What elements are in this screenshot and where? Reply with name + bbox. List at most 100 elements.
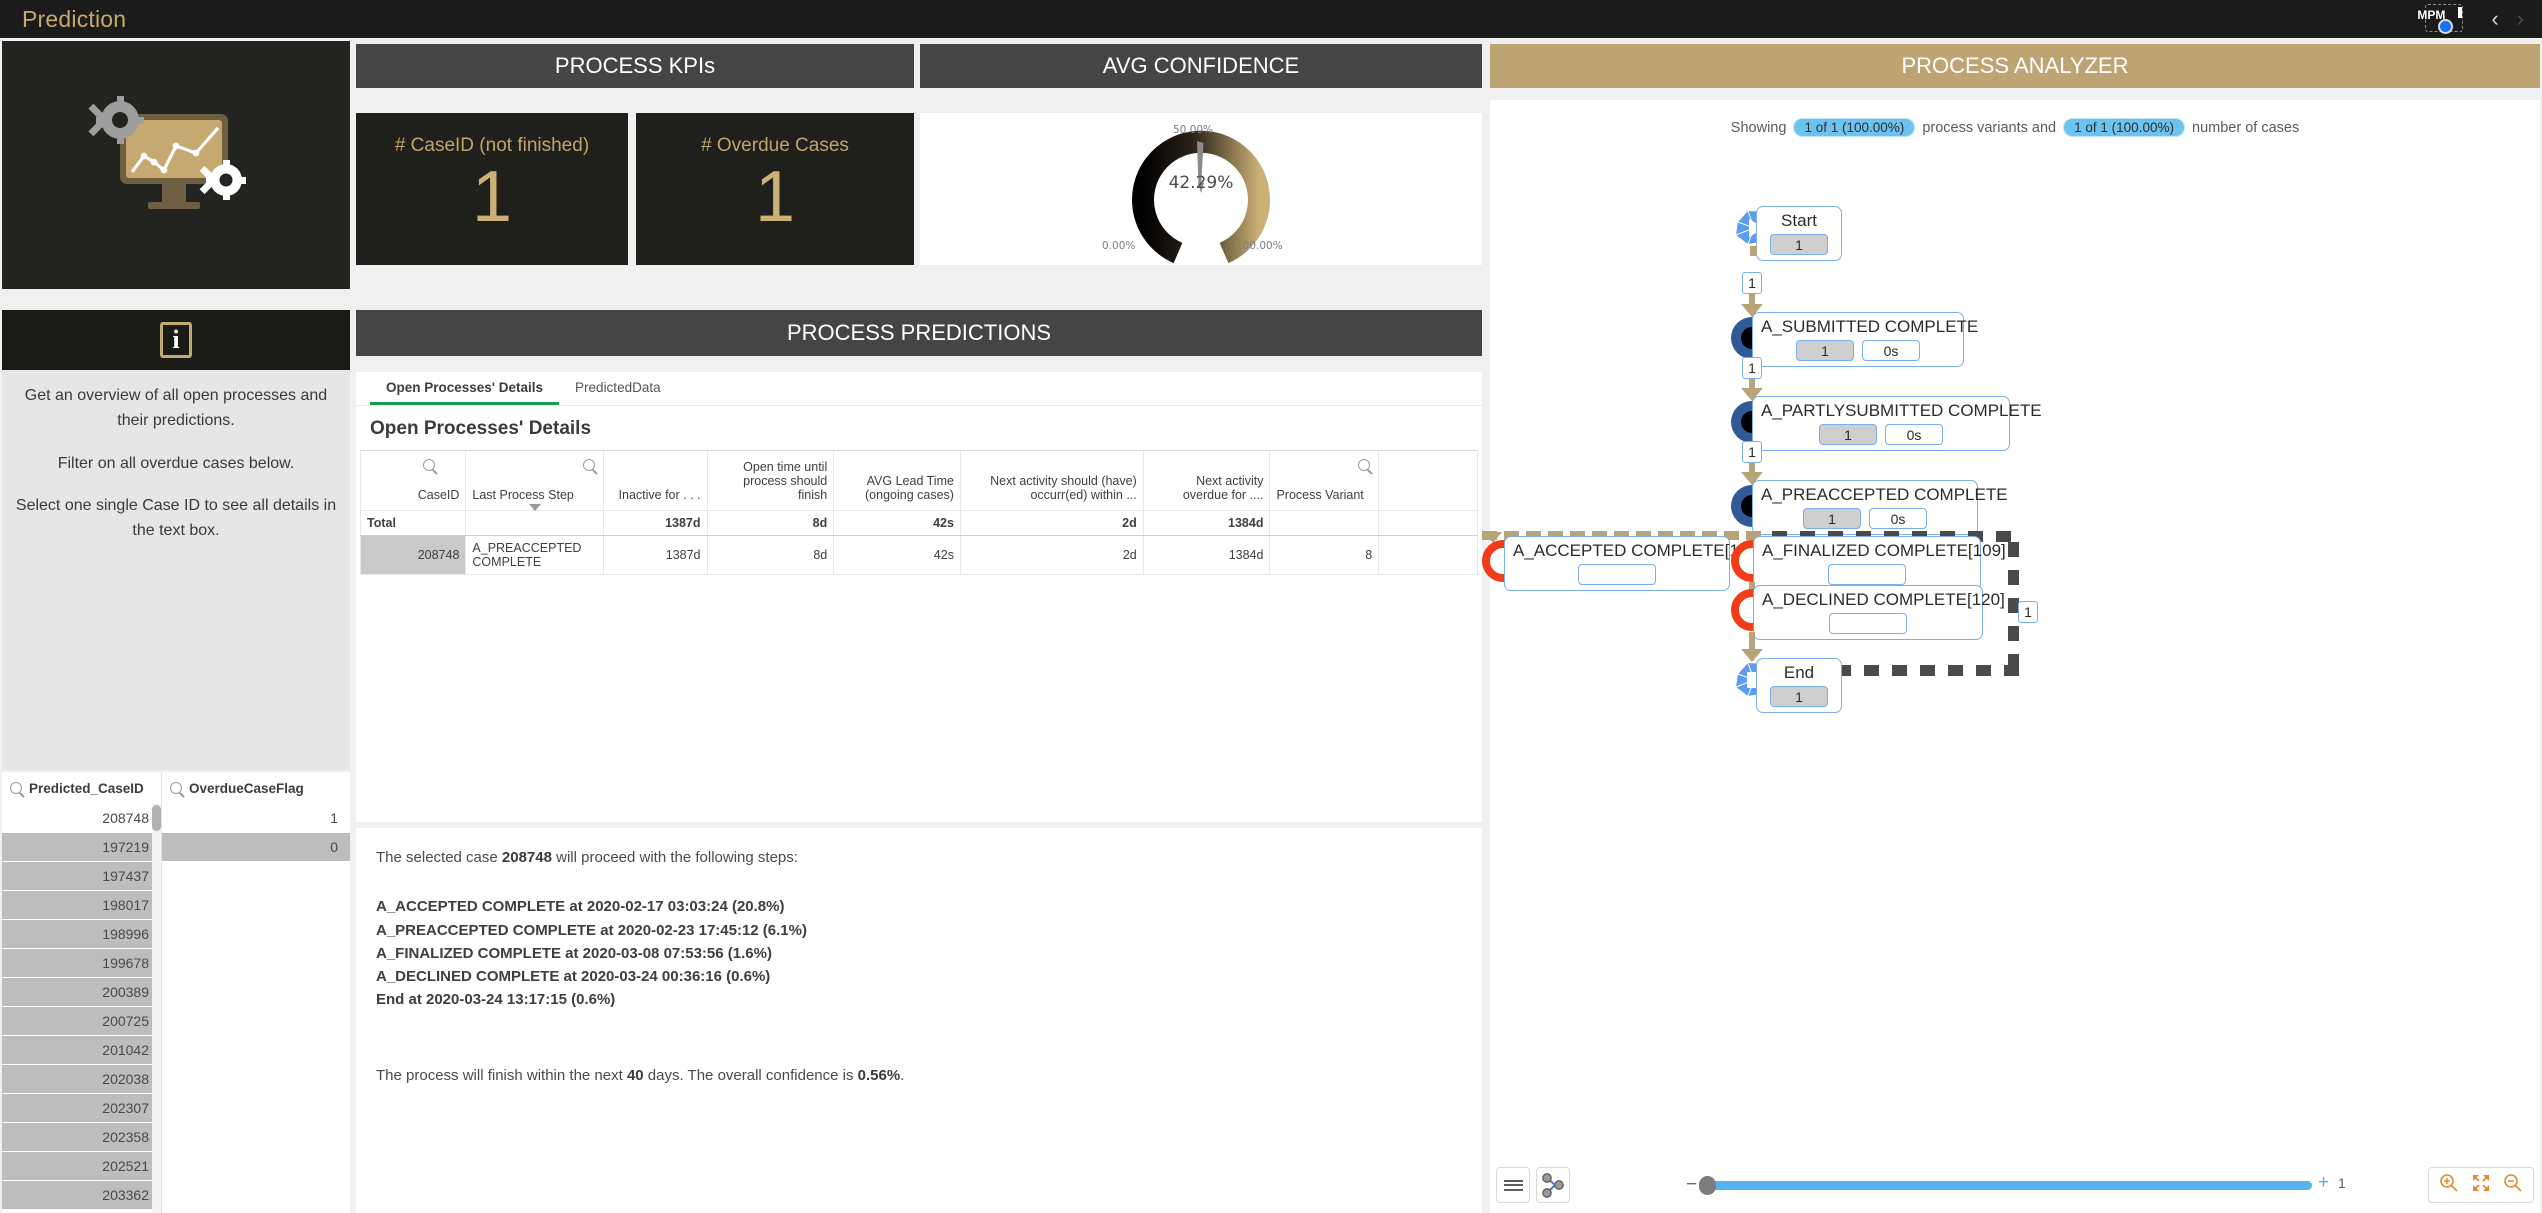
zoom-in-icon[interactable]	[2439, 1173, 2459, 1197]
info-panel-header: i	[2, 310, 350, 370]
node-count: 1	[1803, 508, 1861, 529]
zoom-slider-thumb[interactable]	[1699, 1176, 1716, 1195]
page-title: Prediction	[22, 5, 127, 32]
graph-icon[interactable]	[1536, 1167, 1570, 1203]
node-count: 1	[1819, 424, 1877, 445]
search-icon[interactable]	[583, 459, 596, 471]
monitor-chart-gears-icon	[88, 96, 246, 209]
kpi-card-caseid[interactable]: # CaseID (not finished) 1	[356, 113, 628, 265]
search-icon[interactable]	[1358, 459, 1371, 471]
hero-image	[2, 41, 350, 289]
variants-pill[interactable]: 1 of 1 (100.00%)	[1793, 118, 1916, 137]
node-label: A_ACCEPTED COMPLETE[107]	[1513, 541, 1763, 560]
tab-open-processes-details[interactable]: Open Processes' Details	[370, 372, 560, 405]
zoom-out-icon[interactable]	[2503, 1173, 2523, 1197]
finish-days: 40	[626, 1066, 644, 1084]
hamburger-lines	[1503, 1177, 1523, 1193]
filter-value-list[interactable]: 1 0	[162, 804, 350, 862]
list-item[interactable]: 200725	[2, 1007, 161, 1036]
col-last-process-step[interactable]: Last Process Step	[465, 450, 605, 511]
sort-caret-icon[interactable]	[528, 504, 541, 511]
node-end[interactable]: End 1	[1756, 658, 1842, 713]
total-cell: 42s	[833, 510, 961, 536]
list-item[interactable]: 201042	[2, 1036, 161, 1065]
filter-header[interactable]: OverdueCaseFlag	[162, 772, 350, 804]
top-bar: Prediction MPM ‹ ›	[0, 0, 2542, 38]
confidence-gauge: 42.29% 50.00% 0.00% 100.00%	[920, 113, 1482, 265]
list-item[interactable]: 203362	[2, 1181, 161, 1210]
process-graph[interactable]: Start 1 1 A_SUBMITTED COMPLETE 1 0s 1 A_…	[1482, 160, 2540, 1160]
list-item[interactable]: 197219	[2, 833, 161, 862]
analyzer-toolbar: − + 1	[1490, 1161, 2540, 1213]
node-stats: 1	[1765, 686, 1833, 707]
col-caseid[interactable]: CaseID	[359, 450, 467, 511]
node-a-partlysubmitted-complete[interactable]: A_PARTLYSUBMITTED COMPLETE 1 0s	[1752, 396, 2042, 451]
zoom-slider[interactable]	[1702, 1181, 2312, 1190]
list-icon[interactable]	[1496, 1167, 1530, 1203]
list-item[interactable]: 199678	[2, 949, 161, 978]
total-cell	[465, 510, 605, 536]
node-stats: 1	[1765, 234, 1833, 255]
node-stats	[1762, 613, 1974, 634]
filter-value-list[interactable]: 208748 197219 197437 198017 198996 19967…	[2, 804, 161, 1210]
list-item[interactable]: 197437	[2, 862, 161, 891]
list-item[interactable]: 200389	[2, 978, 161, 1007]
info-line-3: Select one single Case ID to see all det…	[15, 497, 337, 540]
search-icon[interactable]	[423, 459, 435, 471]
col-next-activity-within[interactable]: Next activity should (have) occurr(ed) w…	[959, 450, 1144, 511]
node-a-accepted-complete[interactable]: A_ACCEPTED COMPLETE[107]	[1504, 536, 1763, 591]
gauge-tick-0: 0.00%	[1102, 240, 1136, 252]
node-label: A_PREACCEPTED COMPLETE	[1761, 485, 2008, 504]
filter-scrollbar[interactable]	[152, 804, 161, 1213]
table-row[interactable]: 208748 A_PREACCEPTED COMPLETE 1387d 8d 4…	[359, 535, 1478, 575]
kpi-label: # CaseID (not finished)	[394, 135, 590, 156]
prev-page-icon[interactable]: ‹	[2491, 8, 2498, 30]
cell-caseid[interactable]: 208748	[359, 535, 467, 575]
node-label: Start	[1781, 211, 1817, 230]
search-icon[interactable]	[10, 782, 22, 794]
total-cell: 2d	[959, 510, 1144, 536]
col-inactive-for[interactable]: Inactive for . . .	[603, 450, 708, 511]
node-count: 1	[1770, 234, 1828, 255]
list-item[interactable]: 202307	[2, 1094, 161, 1123]
search-icon[interactable]	[170, 782, 182, 794]
edge-count: 1	[1742, 357, 1762, 379]
col-process-variant[interactable]: Process Variant	[1269, 450, 1380, 511]
list-item[interactable]: 198996	[2, 920, 161, 949]
col-avg-lead-time[interactable]: AVG Lead Time (ongoing cases)	[833, 450, 961, 511]
list-item[interactable]: 208748	[2, 804, 161, 833]
textbox-steps: A_ACCEPTED COMPLETE at 2020-02-17 03:03:…	[376, 895, 1482, 1011]
zoom-minus-label[interactable]: −	[1686, 1174, 1697, 1196]
total-cell: 8d	[706, 510, 835, 536]
node-a-submitted-complete[interactable]: A_SUBMITTED COMPLETE 1 0s	[1752, 312, 1978, 367]
list-item[interactable]: 202358	[2, 1123, 161, 1152]
list-item[interactable]: 202521	[2, 1152, 161, 1181]
list-item[interactable]: 198017	[2, 891, 161, 920]
node-start[interactable]: Start 1	[1756, 206, 1842, 261]
table-total-row: Total 1387d 8d 42s 2d 1384d	[359, 510, 1478, 536]
tab-predicteddata[interactable]: PredictedData	[559, 372, 677, 405]
list-item[interactable]: 1	[162, 804, 350, 833]
kpi-card-overdue[interactable]: # Overdue Cases 1	[636, 113, 914, 265]
fit-screen-icon[interactable]	[2471, 1173, 2491, 1197]
node-a-preaccepted-complete[interactable]: A_PREACCEPTED COMPLETE 1 0s	[1752, 480, 2008, 535]
node-count	[1578, 564, 1656, 585]
process-analyzer-header: PROCESS ANALYZER	[1490, 44, 2540, 88]
next-page-icon[interactable]: ›	[2517, 8, 2524, 30]
scrollbar-thumb[interactable]	[152, 805, 161, 831]
list-item[interactable]: 202038	[2, 1065, 161, 1094]
filter-header[interactable]: Predicted_CaseID	[2, 772, 161, 804]
showing-summary: Showing 1 of 1 (100.00%) process variant…	[1730, 118, 2300, 137]
total-cell	[1378, 510, 1478, 536]
col-open-time-until-finish[interactable]: Open time until process should finish	[706, 450, 835, 511]
node-a-declined-complete[interactable]: A_DECLINED COMPLETE[120]	[1753, 585, 2005, 640]
node-a-finalized-complete[interactable]: A_FINALIZED COMPLETE[109]	[1753, 536, 2006, 591]
node-duration: 0s	[1869, 508, 1927, 529]
node-count: 1	[1770, 686, 1828, 707]
cases-pill[interactable]: 1 of 1 (100.00%)	[2063, 118, 2185, 137]
list-item[interactable]: 0	[162, 833, 350, 862]
info-panel-body: Get an overview of all open processes an…	[2, 370, 350, 770]
zoom-plus-label[interactable]: +	[2318, 1172, 2329, 1194]
gauge-value: 42.29%	[1168, 173, 1234, 193]
col-next-activity-overdue-for[interactable]: Next activity overdue for ....	[1142, 450, 1271, 511]
